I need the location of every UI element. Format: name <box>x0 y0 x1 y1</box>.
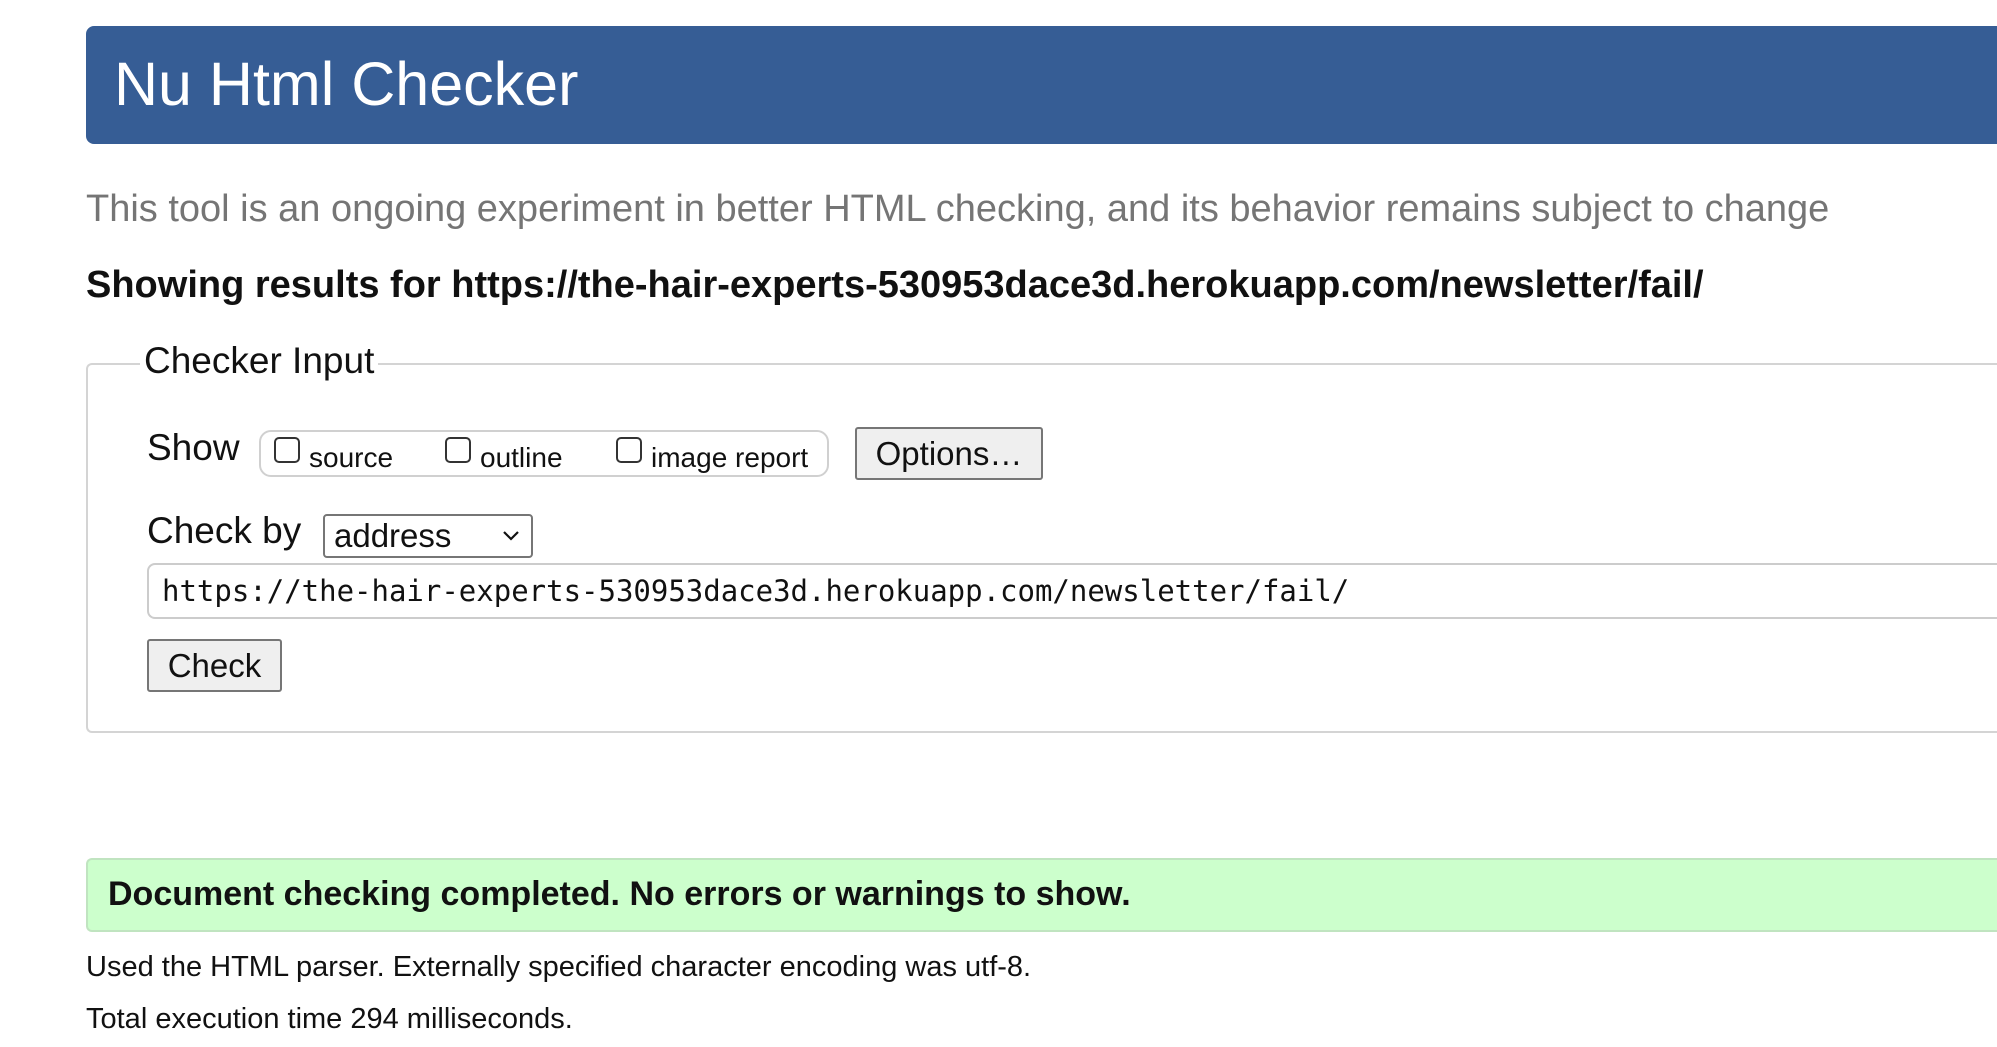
success-message-box: Document checking completed. No errors o… <box>86 858 1997 932</box>
image-report-checkbox-label: image report <box>651 441 809 473</box>
execution-time: Total execution time 294 milliseconds. <box>86 1003 573 1035</box>
check-by-selected-value: address <box>334 517 452 554</box>
source-checkbox-label: source <box>309 441 394 473</box>
parser-info: Used the HTML parser. Externally specifi… <box>86 951 1032 983</box>
page: Nu Html Checker This tool is an ongoing … <box>0 0 1997 1047</box>
url-input-value: https://the-hair-experts-530953dace3d.he… <box>162 574 1350 608</box>
url-input[interactable]: https://the-hair-experts-530953dace3d.he… <box>147 563 1997 619</box>
options-button[interactable]: Options… <box>855 427 1043 480</box>
source-checkbox[interactable] <box>274 436 300 463</box>
show-image-report-option[interactable]: image report <box>616 432 808 475</box>
check-by-label: Check by <box>147 510 302 551</box>
checker-input-legend: Checker Input <box>140 340 379 382</box>
tool-subtitle: This tool is an ongoing experiment in be… <box>86 188 1830 230</box>
show-source-option[interactable]: source <box>274 432 393 475</box>
show-options-group: source outline image report <box>259 430 829 477</box>
image-report-checkbox[interactable] <box>616 436 642 463</box>
page-header: Nu Html Checker <box>86 26 1997 144</box>
outline-checkbox[interactable] <box>445 436 471 463</box>
check-button[interactable]: Check <box>147 639 282 692</box>
page-title: Nu Html Checker <box>114 50 579 118</box>
outline-checkbox-label: outline <box>480 441 563 473</box>
show-outline-option[interactable]: outline <box>445 432 563 475</box>
chevron-down-icon <box>503 531 519 541</box>
showing-results-heading: Showing results for https://the-hair-exp… <box>86 264 1704 306</box>
check-by-select[interactable]: address <box>323 514 533 558</box>
show-label: Show <box>147 427 240 468</box>
success-message: Document checking completed. No errors o… <box>108 875 1131 913</box>
